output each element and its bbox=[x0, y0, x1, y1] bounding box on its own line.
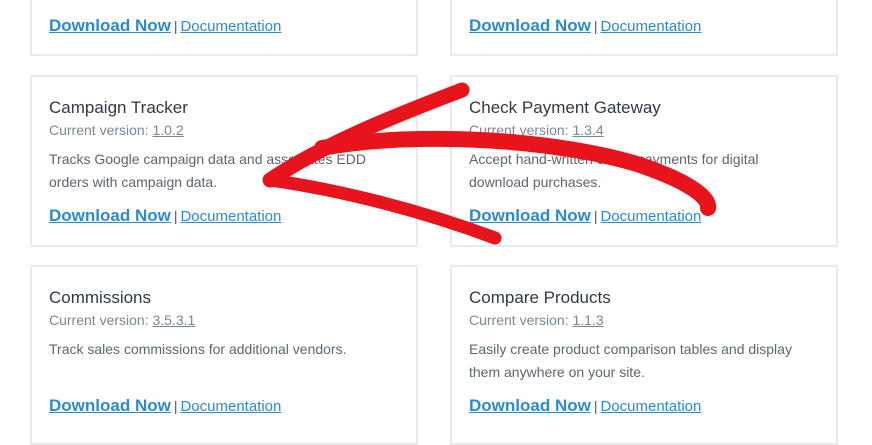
card-description: Tracks Google campaign data and associat… bbox=[49, 151, 366, 190]
card-top-left: Download Now | Documentation bbox=[30, 0, 418, 56]
card-description: Easily create product comparison tables … bbox=[469, 341, 792, 380]
version-number: 3.5.3.1 bbox=[152, 312, 196, 328]
card-actions: Download Now | Documentation bbox=[469, 396, 701, 416]
card-actions: Download Now | Documentation bbox=[49, 396, 281, 416]
documentation-link[interactable]: Documentation bbox=[600, 208, 701, 225]
version-number: 1.0.2 bbox=[152, 122, 184, 138]
card-actions: Download Now | Documentation bbox=[49, 16, 281, 36]
download-now-link[interactable]: Download Now bbox=[49, 206, 171, 225]
extension-card-check-payment-gateway: Check Payment Gateway Current version: 1… bbox=[450, 75, 838, 247]
documentation-link[interactable]: Documentation bbox=[600, 398, 701, 415]
download-now-link[interactable]: Download Now bbox=[469, 396, 591, 415]
card-version: Current version: 1.1.3 bbox=[469, 312, 604, 328]
download-now-link[interactable]: Download Now bbox=[49, 16, 171, 35]
download-now-link[interactable]: Download Now bbox=[49, 396, 171, 415]
documentation-link[interactable]: Documentation bbox=[180, 208, 281, 225]
extension-card-campaign-tracker: Campaign Tracker Current version: 1.0.2 … bbox=[30, 75, 418, 247]
version-label: Current version: bbox=[49, 122, 149, 138]
version-number: 1.1.3 bbox=[572, 312, 604, 328]
card-title: Check Payment Gateway bbox=[469, 98, 661, 117]
card-actions: Download Now | Documentation bbox=[469, 206, 701, 226]
documentation-link[interactable]: Documentation bbox=[180, 398, 281, 415]
card-title: Compare Products bbox=[469, 288, 611, 307]
card-description: Accept hand-written check payments for d… bbox=[469, 151, 759, 190]
card-title: Campaign Tracker bbox=[49, 98, 188, 117]
documentation-link[interactable]: Documentation bbox=[180, 18, 281, 35]
documentation-link[interactable]: Documentation bbox=[600, 18, 701, 35]
card-version: Current version: 1.0.2 bbox=[49, 122, 184, 138]
extension-card-commissions: Commissions Current version: 3.5.3.1 Tra… bbox=[30, 265, 418, 445]
download-now-link[interactable]: Download Now bbox=[469, 16, 591, 35]
card-version: Current version: 1.3.4 bbox=[469, 122, 604, 138]
card-title: Commissions bbox=[49, 288, 152, 307]
card-actions: Download Now | Documentation bbox=[49, 206, 281, 226]
download-now-link[interactable]: Download Now bbox=[469, 206, 591, 225]
extension-card-compare-products: Compare Products Current version: 1.1.3 … bbox=[450, 265, 838, 445]
card-top-right: Download Now | Documentation bbox=[450, 0, 838, 56]
version-label: Current version: bbox=[469, 122, 569, 138]
card-actions: Download Now | Documentation bbox=[469, 16, 701, 36]
version-label: Current version: bbox=[49, 312, 149, 328]
version-number: 1.3.4 bbox=[572, 122, 604, 138]
card-description: Track sales commissions for additional v… bbox=[49, 341, 347, 357]
version-label: Current version: bbox=[469, 312, 569, 328]
card-version: Current version: 3.5.3.1 bbox=[49, 312, 195, 328]
